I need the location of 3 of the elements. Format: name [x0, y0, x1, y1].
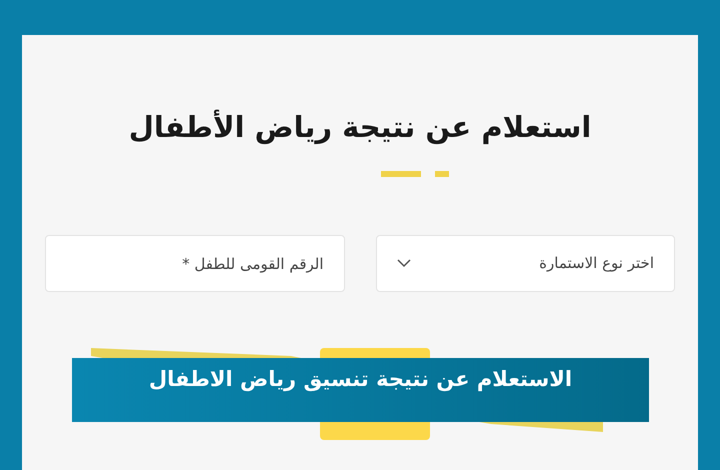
form-type-select[interactable]: اختر نوع الاستمارة [376, 235, 675, 292]
national-id-field[interactable]: الرقم القومى للطفل * [45, 235, 344, 292]
caption-text: الاستعلام عن نتيجة تنسيق رياض الاطفال [148, 366, 572, 394]
